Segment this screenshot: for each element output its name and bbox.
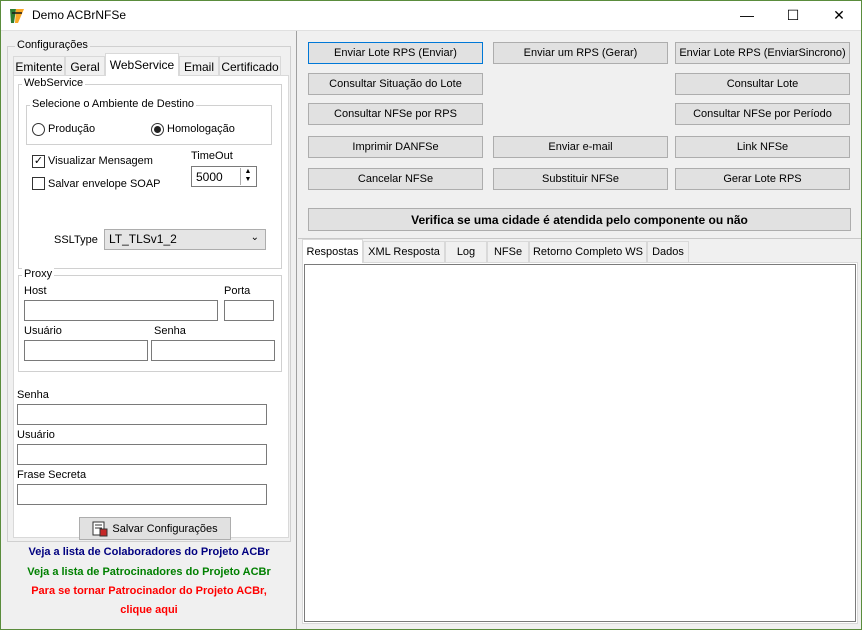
respostas-memo[interactable] xyxy=(304,264,856,622)
config-group-label: Configurações xyxy=(15,39,90,51)
respostas-tabpage xyxy=(302,262,858,624)
tab-retorno-completo-ws[interactable]: Retorno Completo WS xyxy=(529,241,647,262)
link-nfse-button[interactable]: Link NFSe xyxy=(675,136,850,158)
maximize-icon: ☐ xyxy=(786,6,800,23)
frase-secreta-label: Frase Secreta xyxy=(17,469,87,481)
close-button[interactable]: ✕ xyxy=(816,0,862,30)
tab-certificado[interactable]: Certificado xyxy=(219,56,281,76)
verifica-cidade-button[interactable]: Verifica se uma cidade é atendida pelo c… xyxy=(308,208,851,231)
window-title: Demo ACBrNFSe xyxy=(32,8,127,22)
host-input[interactable] xyxy=(24,300,218,321)
colaboradores-link[interactable]: Veja a lista de Colaboradores do Projeto… xyxy=(1,546,297,558)
enviar-email-button[interactable]: Enviar e-mail xyxy=(493,136,668,158)
close-icon: ✕ xyxy=(833,6,845,23)
tab-emitente[interactable]: Emitente xyxy=(13,56,65,76)
tab-respostas[interactable]: Respostas xyxy=(302,239,363,263)
visualizar-label: Visualizar Mensagem xyxy=(48,155,153,167)
config-panel: Configurações Emitente Geral WebService … xyxy=(1,31,297,629)
porta-input[interactable] xyxy=(224,300,274,321)
proxy-senha-input[interactable] xyxy=(151,340,275,361)
patrocinadores-link[interactable]: Veja a lista de Patrocinadores do Projet… xyxy=(1,566,297,578)
visualizar-checkbox[interactable]: ✓ xyxy=(32,155,45,168)
senha-label: Senha xyxy=(17,389,49,401)
producao-label: Produção xyxy=(48,123,96,135)
webservice-group-label: WebService xyxy=(22,77,86,89)
ssltype-label: SSLType xyxy=(54,234,98,246)
panel-separator xyxy=(298,238,862,239)
consultar-nfse-rps-button[interactable]: Consultar NFSe por RPS xyxy=(308,103,483,125)
maximize-button[interactable]: ☐ xyxy=(770,0,816,30)
homologacao-radio[interactable] xyxy=(151,123,164,136)
tab-xml-resposta[interactable]: XML Resposta xyxy=(363,241,445,262)
cancelar-nfse-button[interactable]: Cancelar NFSe xyxy=(308,168,483,190)
usuario-input[interactable] xyxy=(17,444,267,465)
proxy-group-label: Proxy xyxy=(22,268,55,280)
senha-input[interactable] xyxy=(17,404,267,425)
proxy-senha-label: Senha xyxy=(154,325,186,337)
tab-nfse[interactable]: NFSe xyxy=(487,241,529,262)
title-bar: Demo ACBrNFSe — ☐ ✕ xyxy=(0,0,862,31)
ssltype-select[interactable]: LT_TLSv1_2 ⌄ xyxy=(104,229,266,250)
imprimir-danfse-button[interactable]: Imprimir DANFSe xyxy=(308,136,483,158)
enviar-lote-rps-button[interactable]: Enviar Lote RPS (Enviar) xyxy=(308,42,483,64)
salvar-soap-label: Salvar envelope SOAP xyxy=(48,178,161,190)
salvar-configuracoes-button[interactable]: Salvar Configurações xyxy=(79,517,231,540)
producao-radio[interactable] xyxy=(32,123,45,136)
frase-secreta-input[interactable] xyxy=(17,484,267,505)
minimize-button[interactable]: — xyxy=(724,0,770,30)
salvar-soap-checkbox[interactable] xyxy=(32,177,45,190)
enviar-um-rps-button[interactable]: Enviar um RPS (Gerar) xyxy=(493,42,668,64)
spinner-arrows-icon[interactable]: ▲ ▼ xyxy=(240,168,255,185)
porta-label: Porta xyxy=(224,285,251,297)
enviar-lote-sincrono-button[interactable]: Enviar Lote RPS (EnviarSincrono) xyxy=(675,42,850,64)
proxy-usuario-label: Usuário xyxy=(24,325,62,337)
acbr-app-icon xyxy=(10,9,24,23)
chevron-down-icon: ⌄ xyxy=(250,232,259,243)
tab-dados[interactable]: Dados xyxy=(647,241,689,262)
tab-email[interactable]: Email xyxy=(179,56,219,76)
tornar-patrocinador-link[interactable]: Para se tornar Patrocinador do Projeto A… xyxy=(1,585,297,597)
tab-webservice[interactable]: WebService xyxy=(105,53,179,76)
consultar-situacao-lote-button[interactable]: Consultar Situação do Lote xyxy=(308,73,483,95)
ambiente-label: Selecione o Ambiente de Destino xyxy=(30,98,197,110)
host-label: Host xyxy=(24,285,47,297)
homologacao-label: Homologação xyxy=(167,123,235,135)
timeout-spinner[interactable]: 5000 ▲ ▼ xyxy=(191,166,257,187)
proxy-usuario-input[interactable] xyxy=(24,340,148,361)
consultar-lote-button[interactable]: Consultar Lote xyxy=(675,73,850,95)
tab-log[interactable]: Log xyxy=(445,241,487,262)
timeout-label: TimeOut xyxy=(191,150,233,162)
tab-geral[interactable]: Geral xyxy=(65,56,105,76)
clique-aqui-link[interactable]: clique aqui xyxy=(1,604,297,616)
webservice-tabpage: WebService Selecione o Ambiente de Desti… xyxy=(13,75,289,538)
gerar-lote-rps-button[interactable]: Gerar Lote RPS xyxy=(675,168,850,190)
substituir-nfse-button[interactable]: Substituir NFSe xyxy=(493,168,668,190)
save-config-icon xyxy=(92,521,108,536)
consultar-nfse-periodo-button[interactable]: Consultar NFSe por Período xyxy=(675,103,850,125)
minimize-icon: — xyxy=(740,7,754,23)
usuario-label: Usuário xyxy=(17,429,55,441)
